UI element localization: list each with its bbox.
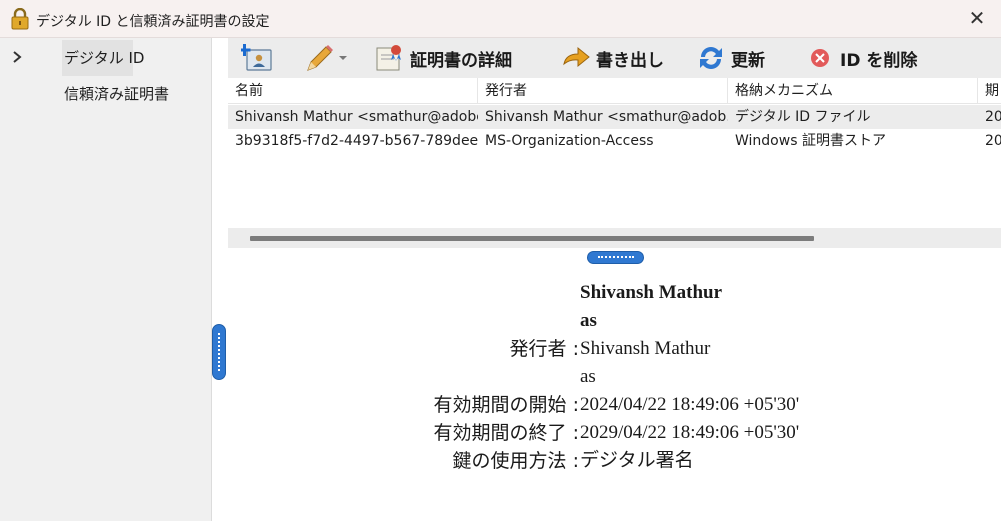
- cell-storage: デジタル ID ファイル: [735, 109, 871, 125]
- sidebar: デジタル ID 信頼済み証明書: [0, 38, 212, 521]
- table-header: 名前 発行者 格納メカニズム 期: [228, 78, 1001, 104]
- certificate-details-button[interactable]: 証明書の詳細: [374, 42, 512, 74]
- close-button[interactable]: ✕: [967, 8, 987, 28]
- refresh-icon: [700, 47, 722, 69]
- table-row[interactable]: 3b9318f5-f7d2-4497-b567-789dee… MS-Organ…: [228, 129, 1001, 153]
- digital-id-table: 名前 発行者 格納メカニズム 期 Shivansh Mathur <smathu…: [228, 78, 1001, 228]
- column-header-storage[interactable]: 格納メカニズム: [728, 78, 978, 104]
- remove-id-button[interactable]: ID を削除: [804, 42, 917, 74]
- add-id-button[interactable]: [241, 42, 273, 74]
- export-label: 書き出し: [596, 50, 664, 71]
- details-splitter-handle[interactable]: [587, 251, 644, 264]
- cell-expiry: 20: [985, 109, 1001, 125]
- sidebar-item-trusted-certificates[interactable]: 信頼済み証明書: [62, 76, 175, 112]
- toolbar: 証明書の詳細 書き出し 更新 ID を削除: [228, 38, 1001, 78]
- title-bar: デジタル ID と信頼済み証明書の設定 ✕: [0, 0, 1001, 38]
- cell-issuer: Shivansh Mathur <smathur@adob…: [485, 109, 728, 125]
- refresh-button[interactable]: 更新: [695, 42, 765, 74]
- column-header-issuer[interactable]: 発行者: [478, 78, 728, 104]
- subject-name-suffix: as: [580, 310, 597, 331]
- certificate-icon: [376, 45, 401, 71]
- export-button[interactable]: 書き出し: [560, 42, 664, 74]
- pencil-icon: [307, 45, 333, 71]
- remove-icon: [811, 49, 829, 67]
- valid-to-label: 有効期間の終了 :: [433, 422, 579, 444]
- cell-issuer: MS-Organization-Access: [485, 133, 654, 149]
- main-panel: 証明書の詳細 書き出し 更新 ID を削除 名前 発行者 格納メカニズム 期 S…: [228, 38, 1001, 521]
- cell-name: 3b9318f5-f7d2-4497-b567-789dee…: [235, 133, 478, 149]
- cell-name: Shivansh Mathur <smathur@adobe…: [235, 109, 478, 125]
- table-row[interactable]: Shivansh Mathur <smathur@adobe… Shivansh…: [228, 105, 1001, 129]
- sidebar-item-digital-id[interactable]: デジタル ID: [62, 40, 144, 76]
- certificate-details-panel: Shivansh Mathur as 発行者 : Shivansh Mathur…: [228, 273, 1001, 513]
- certificate-details-label: 証明書の詳細: [410, 50, 512, 71]
- add-id-icon: [241, 44, 272, 71]
- remove-id-label: ID を削除: [840, 50, 918, 71]
- table-horizontal-scrollbar[interactable]: [228, 228, 1001, 248]
- refresh-label: 更新: [731, 50, 765, 71]
- lock-icon: [11, 8, 29, 30]
- issuer-suffix: as: [580, 366, 596, 387]
- edit-button[interactable]: [304, 42, 348, 74]
- issuer-label: 発行者 :: [509, 338, 579, 360]
- export-arrow-icon: [563, 46, 590, 68]
- scrollbar-thumb[interactable]: [250, 236, 814, 241]
- key-usage-value: デジタル署名: [580, 450, 694, 471]
- window-title: デジタル ID と信頼済み証明書の設定: [36, 14, 270, 30]
- issuer-value: Shivansh Mathur: [580, 338, 711, 359]
- sidebar-splitter-handle[interactable]: [212, 324, 226, 380]
- column-header-expiry[interactable]: 期: [978, 78, 1001, 104]
- subject-name: Shivansh Mathur: [580, 282, 723, 303]
- valid-from-label: 有効期間の開始 :: [433, 394, 579, 416]
- valid-to-value: 2029/04/22 18:49:06 +05'30': [580, 422, 800, 443]
- chevron-right-icon[interactable]: [10, 50, 24, 64]
- dropdown-arrow-icon: [339, 56, 347, 60]
- valid-from-value: 2024/04/22 18:49:06 +05'30': [580, 394, 800, 415]
- cell-expiry: 20: [985, 133, 1001, 149]
- cell-storage: Windows 証明書ストア: [735, 133, 886, 149]
- column-header-name[interactable]: 名前: [228, 78, 478, 104]
- key-usage-label: 鍵の使用方法 :: [452, 450, 579, 472]
